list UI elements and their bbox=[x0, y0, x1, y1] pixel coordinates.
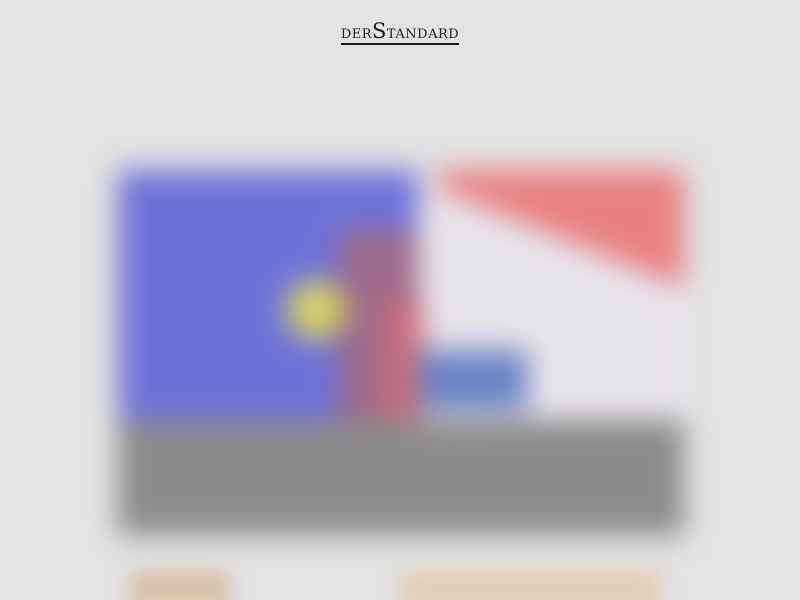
logo-link[interactable]: derStandard bbox=[0, 21, 800, 45]
hero-emblem bbox=[286, 280, 346, 340]
bottom-content-preview bbox=[130, 560, 670, 600]
hero-ground bbox=[118, 420, 684, 535]
hero-image bbox=[118, 170, 684, 535]
page: derStandard bbox=[0, 0, 800, 600]
brand-logo: derStandard bbox=[340, 19, 460, 45]
logo-cap: S bbox=[372, 19, 387, 43]
logo-rest: tandard bbox=[386, 21, 460, 43]
logo-prefix: der bbox=[340, 21, 373, 43]
preview-block-right bbox=[400, 570, 660, 600]
hero-blue-detail bbox=[418, 350, 528, 410]
preview-block-left bbox=[130, 570, 230, 600]
